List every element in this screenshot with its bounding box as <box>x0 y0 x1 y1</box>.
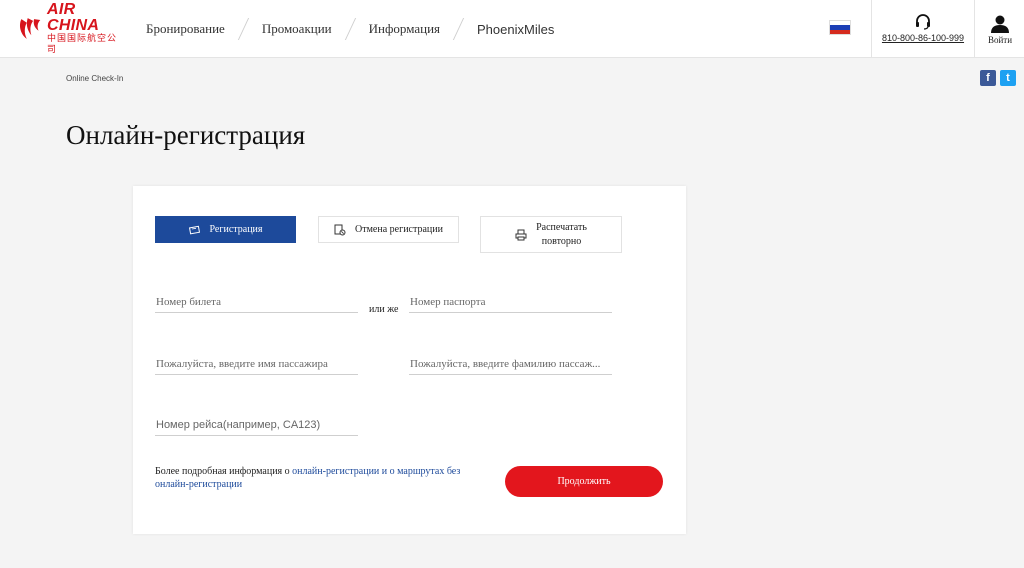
nav-promotions[interactable]: Промоакции <box>244 0 350 58</box>
first-name-field[interactable] <box>155 353 358 375</box>
last-name-input[interactable] <box>409 353 612 374</box>
last-name-field[interactable] <box>409 353 612 375</box>
nav-booking[interactable]: Бронирование <box>128 0 243 58</box>
more-info-text: Более подробная информация о онлайн-реги… <box>155 465 475 491</box>
tab-checkin[interactable]: Регистрация <box>155 216 296 243</box>
nav-information[interactable]: Информация <box>351 0 458 58</box>
tab-cancel-label: Отмена регистрации <box>355 224 443 235</box>
continue-button[interactable]: Продолжить <box>505 466 663 497</box>
breadcrumb: Online Check-In <box>66 74 124 83</box>
support-phone[interactable]: 810-800-86-100-999 <box>871 0 975 58</box>
ticket-number-field[interactable] <box>155 291 358 313</box>
russia-flag-icon[interactable] <box>829 20 851 35</box>
flight-number-field[interactable] <box>155 414 358 436</box>
page-title: Онлайн-регистрация <box>66 120 306 150</box>
more-info-prefix: Более подробная информация о <box>155 466 293 477</box>
phoenix-logo-icon <box>20 18 41 39</box>
ticket-number-input[interactable] <box>155 291 358 312</box>
login-label: Войти <box>987 35 1013 45</box>
or-label: или же <box>369 304 399 315</box>
flight-number-input[interactable] <box>155 414 358 435</box>
site-header: AIR CHINA 中国国际航空公司 Бронирование Промоакц… <box>0 0 1024 58</box>
nav-phoenixmiles[interactable]: PhoenixMiles <box>459 0 572 58</box>
tab-checkin-label: Регистрация <box>209 224 263 235</box>
passport-number-input[interactable] <box>409 291 612 312</box>
tab-reprint[interactable]: Распечатать повторно <box>480 216 622 253</box>
user-icon <box>991 15 1009 33</box>
tab-reprint-line1: Распечатать <box>536 221 587 233</box>
social-share: f t <box>980 70 1016 86</box>
air-china-logo[interactable]: AIR CHINA 中国国际航空公司 <box>16 2 124 55</box>
passport-number-field[interactable] <box>409 291 612 313</box>
tab-cancel-checkin[interactable]: Отмена регистрации <box>318 216 459 243</box>
main-nav: Бронирование Промоакции Информация Phoen… <box>128 0 572 58</box>
first-name-input[interactable] <box>155 353 358 374</box>
login-button[interactable]: Войти <box>976 0 1024 58</box>
phone-number[interactable]: 810-800-86-100-999 <box>872 33 974 43</box>
cancel-ticket-icon <box>334 224 346 236</box>
headset-icon <box>916 14 930 30</box>
printer-icon <box>515 229 527 241</box>
ticket-icon <box>188 225 201 235</box>
tab-reprint-line2: повторно <box>541 235 582 247</box>
logo-chinese-text: 中国国际航空公司 <box>47 34 118 55</box>
twitter-icon[interactable]: t <box>1000 70 1016 86</box>
checkin-form-card: Регистрация Отмена регистрации Распечата… <box>133 186 686 534</box>
tab-reprint-label: Распечатать повторно <box>536 221 587 249</box>
facebook-icon[interactable]: f <box>980 70 996 86</box>
logo-wordmark: AIR CHINA <box>47 1 100 34</box>
